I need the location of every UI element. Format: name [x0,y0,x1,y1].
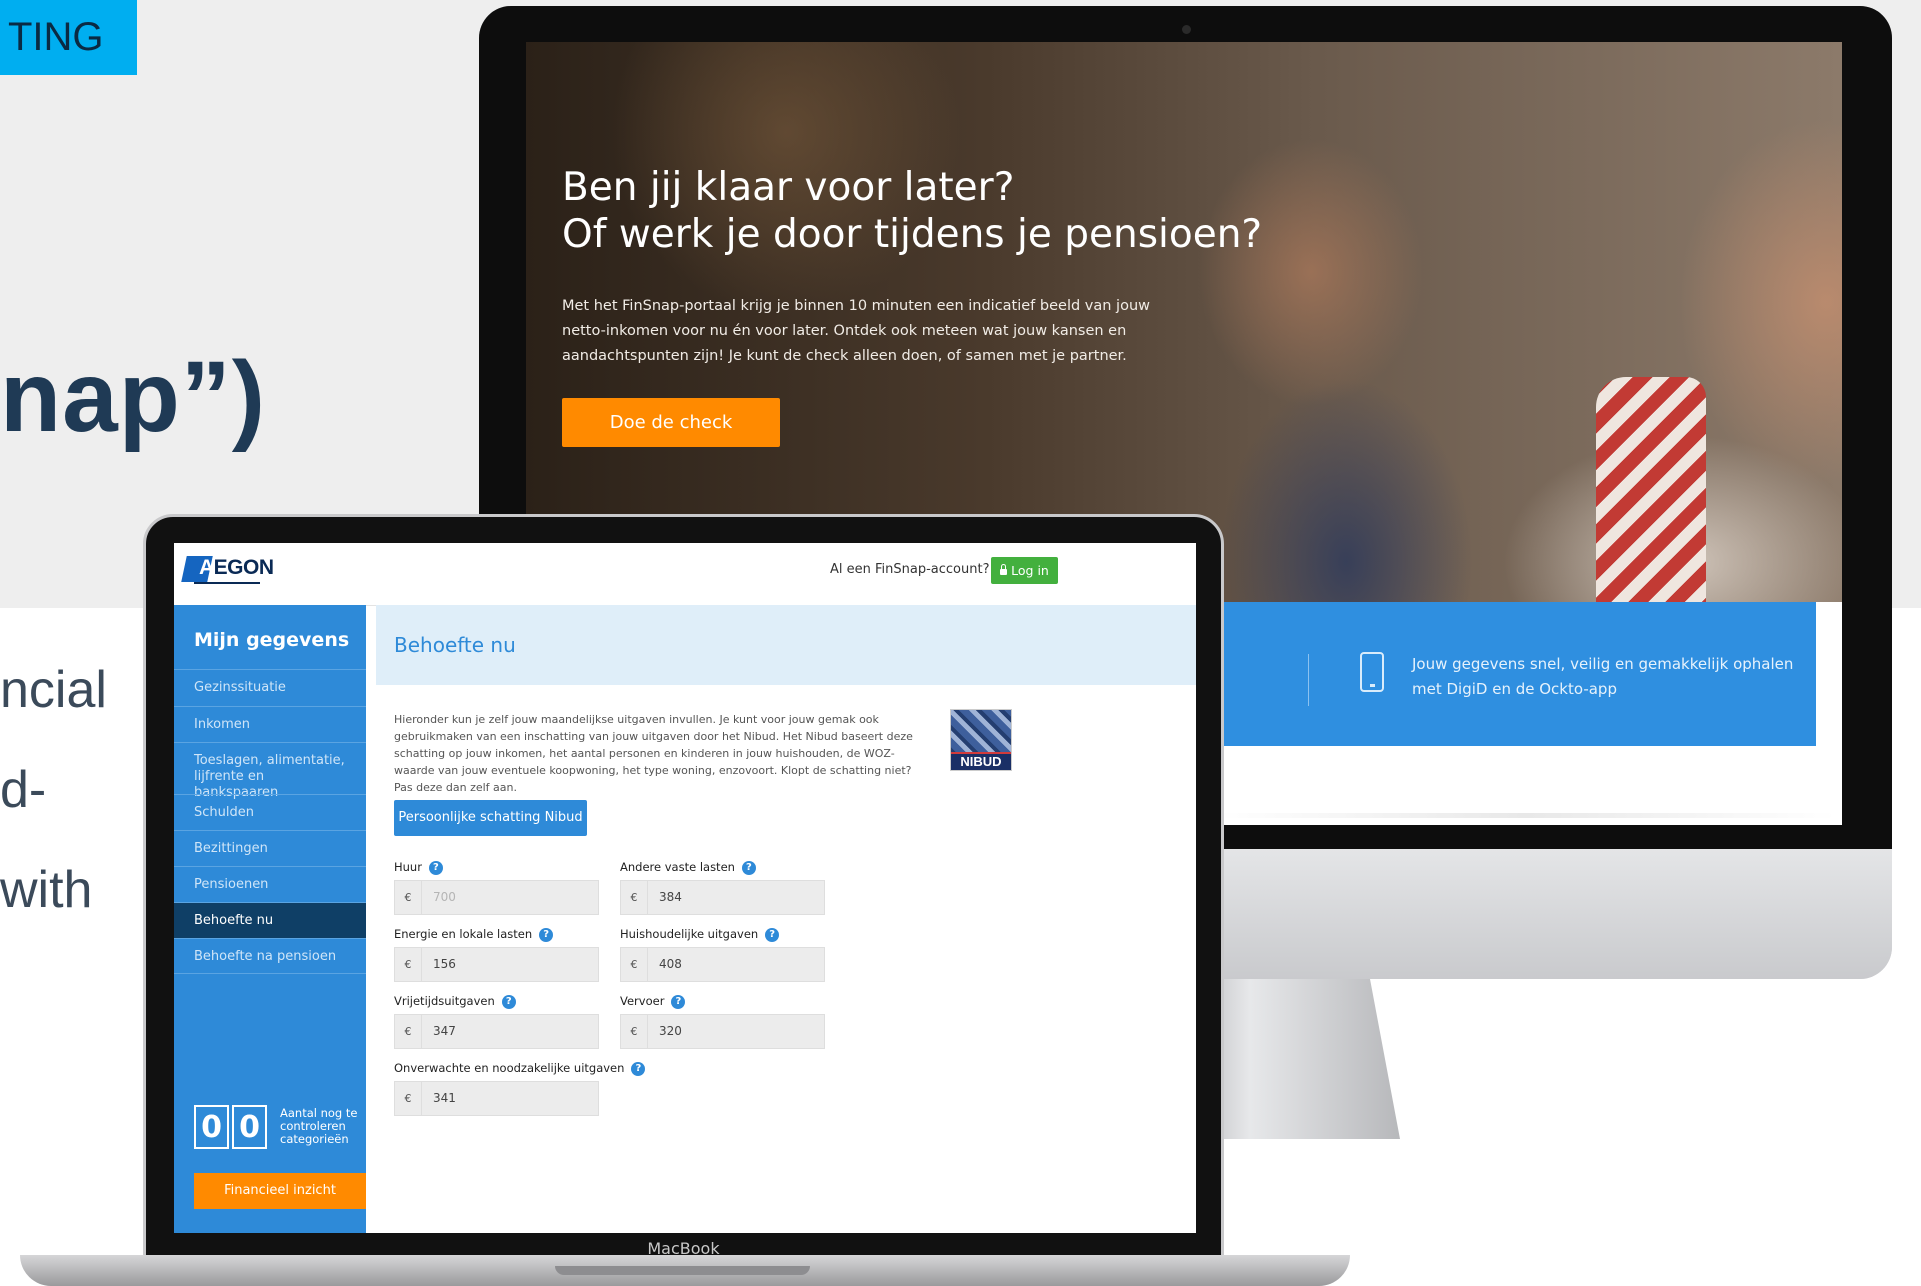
vervoer-field: Vervoer? € 320 [620,994,840,1054]
counter-digit: 0 [194,1105,229,1149]
sidebar-item-toeslagen[interactable]: Toeslagen, alimentatie, lijfrente en ban… [174,742,366,800]
field-label-text: Onverwachte en noodzakelijke uitgaven [394,1061,625,1075]
sidebar-title: Mijn gegevens [194,629,350,651]
hero-title-line: Ben jij klaar voor later? [562,165,1015,210]
intro-text: Hieronder kun je zelf jouw maandelijkse … [394,713,913,794]
field-label: Vrijetijdsuitgaven? [394,994,516,1009]
info-banner-text: Jouw gegevens snel, veilig en gemakkelij… [1412,655,1794,698]
euro-icon: € [621,948,648,981]
energie-input[interactable]: € 156 [394,947,599,982]
slide-body-line: d- [0,761,47,819]
logo-underline [194,582,260,584]
field-label: Energie en lokale lasten? [394,927,554,942]
vrijetijdsuitgaven-value: 347 [433,1024,456,1038]
hero-title-line: Of werk je door tijdens je pensioen? [562,212,1263,257]
huishoudelijke-uitgaven-value: 408 [659,957,682,971]
euro-icon: € [395,948,422,981]
smartphone-icon [1360,652,1384,692]
field-label: Huur? [394,860,443,875]
counter-digit: 0 [232,1105,267,1149]
nibud-estimate-button[interactable]: Persoonlijke schatting Nibud [394,800,587,836]
sidebar: Mijn gegevens Gezinssituatie Inkomen Toe… [174,605,366,1233]
macbook-brand: MacBook [647,1239,720,1258]
sidebar-item-behoefte-nu[interactable]: Behoefte nu [174,902,366,938]
euro-icon: € [395,1082,422,1115]
help-icon[interactable]: ? [501,994,516,1009]
euro-icon: € [395,1015,422,1048]
camera-icon [1182,25,1191,34]
help-icon[interactable]: ? [671,994,686,1009]
financieel-inzicht-button[interactable]: Financieel inzicht [194,1173,366,1209]
help-icon[interactable]: ? [428,860,443,875]
sidebar-item-schulden[interactable]: Schulden [174,794,366,830]
onverwachte-uitgaven-input[interactable]: € 341 [394,1081,599,1116]
sidebar-item-gezinssituatie[interactable]: Gezinssituatie [174,669,366,706]
app-header: AEGON Al een FinSnap-account? Log in [174,543,1196,606]
huishoudelijke-uitgaven-field: Huishoudelijke uitgaven? € 408 [620,927,840,987]
page-title: Behoefte nu [394,633,516,657]
andere-vaste-lasten-input[interactable]: € 384 [620,880,825,915]
login-button[interactable]: Log in [991,557,1058,584]
main-content: Behoefte nu Hieronder kun je zelf jouw m… [376,605,1196,1233]
huur-input[interactable]: € 700 [394,880,599,915]
macbook-notch [555,1266,810,1275]
divider [1216,813,1836,818]
field-label: Huishoudelijke uitgaven? [620,927,780,942]
field-label-text: Vervoer [620,994,665,1008]
field-label-text: Huishoudelijke uitgaven [620,927,759,941]
field-label-text: Vrijetijdsuitgaven [394,994,495,1008]
slide-body-line: ncial [0,661,107,719]
vrijetijdsuitgaven-input[interactable]: € 347 [394,1014,599,1049]
hero-title: Ben jij klaar voor later? Of werk je doo… [562,164,1262,258]
sidebar-item-inkomen[interactable]: Inkomen [174,706,366,742]
slide-tag: TING [0,0,137,75]
hero-photo-scarf [1596,377,1706,602]
onverwachte-uitgaven-value: 341 [433,1091,456,1105]
nibud-logo-text: NIBUD [951,752,1011,770]
account-question: Al een FinSnap-account? [830,562,990,577]
huur-value: 700 [433,890,456,904]
logo-letter: A [199,556,214,579]
onverwachte-uitgaven-field: Onverwachte en noodzakelijke uitgaven? €… [394,1061,654,1121]
help-icon[interactable]: ? [741,860,756,875]
slide-body-text: ncial d- with [0,640,107,940]
help-icon[interactable]: ? [631,1061,646,1076]
macbook-screen: AEGON Al een FinSnap-account? Log in Mij… [174,543,1196,1233]
slide-body-line: with [0,861,93,919]
slide-heading: nap”) [0,341,267,453]
help-icon[interactable]: ? [539,927,554,942]
vervoer-value: 320 [659,1024,682,1038]
huur-field: Huur? € 700 [394,860,614,920]
counter-label: Aantal nog te controleren categorieën [280,1106,358,1146]
sidebar-item-bezittingen[interactable]: Bezittingen [174,830,366,866]
vervoer-input[interactable]: € 320 [620,1014,825,1049]
hero-description: Met het FinSnap-portaal krijg je binnen … [562,298,1151,364]
euro-icon: € [621,881,648,914]
nibud-logo: NIBUD [950,709,1012,771]
sidebar-item-behoefte-na-pensioen[interactable]: Behoefte na pensioen [174,938,366,974]
field-label: Onverwachte en noodzakelijke uitgaven? [394,1061,646,1076]
sidebar-item-pensioenen[interactable]: Pensioenen [174,866,366,902]
huishoudelijke-uitgaven-input[interactable]: € 408 [620,947,825,982]
field-label: Vervoer? [620,994,686,1009]
andere-vaste-lasten-value: 384 [659,890,682,904]
euro-icon: € [621,1015,648,1048]
field-label-text: Huur [394,860,422,874]
lock-icon [1000,564,1008,575]
andere-vaste-lasten-field: Andere vaste lasten? € 384 [620,860,840,920]
login-label: Log in [1011,563,1049,578]
field-label-text: Energie en lokale lasten [394,927,533,941]
energie-field: Energie en lokale lasten? € 156 [394,927,614,987]
doe-de-check-button[interactable]: Doe de check [562,398,780,447]
help-icon[interactable]: ? [765,927,780,942]
vrijetijdsuitgaven-field: Vrijetijdsuitgaven? € 347 [394,994,614,1054]
energie-value: 156 [433,957,456,971]
field-label-text: Andere vaste lasten [620,860,735,874]
info-divider [1308,654,1309,706]
euro-icon: € [395,881,422,914]
logo-wordmark: EGON [213,556,274,579]
aegon-logo[interactable]: AEGON [199,556,274,580]
field-label: Andere vaste lasten? [620,860,756,875]
